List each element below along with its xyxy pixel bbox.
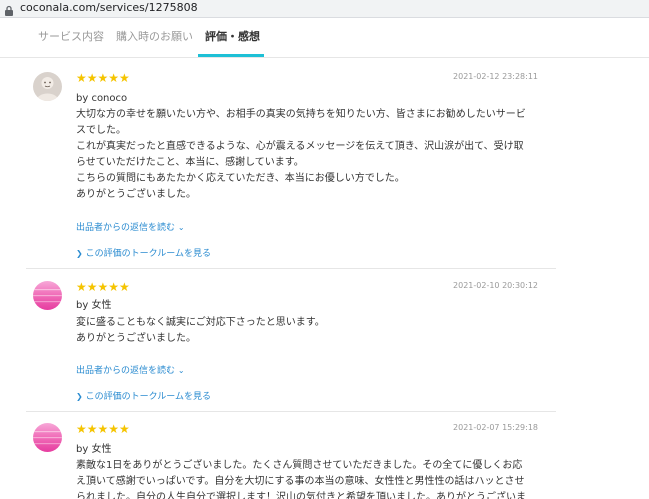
view-talkroom-label: この評価のトークルームを見る <box>85 392 212 402</box>
tab-purchase-request[interactable]: 購入時のお願い <box>116 30 193 44</box>
review-line: こちらの質問にもあたたかく応えていただき、本当にお優しい方でした。 <box>76 173 405 184</box>
review-line: 大切な方の幸せを願いたい方や、お相手の真実の気持ちを知りたい方、皆さまにお勧めし… <box>76 109 526 120</box>
review-line: え頂いて感謝でいっぱいです。自分を大切にする事の本当の意味、女性性と男性性の話は… <box>76 476 525 487</box>
review-date: 2021-02-10 20:30:12 <box>453 281 538 290</box>
service-tabs: サービス内容 購入時のお願い 評価・感想 <box>0 17 649 58</box>
rating-stars: ★★★★★ <box>76 280 130 294</box>
url-text[interactable]: coconala.com/services/1275808 <box>20 1 198 15</box>
review-body: 素敵な1日をありがとうございました。たくさん質問させていただきました。その全てに… <box>76 458 544 499</box>
review-body: 変に盛ることもなく誠実にご対応下さったと思います。 ありがとうございました。 <box>76 315 544 347</box>
review-line: らせていただけたこと、本当に、感謝しています。 <box>76 157 304 168</box>
review-line: これが真実だったと直感できるような、心が震えるメッセージを伝えて頂き、沢山涙が出… <box>76 141 524 152</box>
review-divider <box>26 411 556 412</box>
view-talkroom-link[interactable]: ❯ この評価のトークルームを見る <box>76 391 211 403</box>
review-author: by conoco <box>76 93 128 104</box>
read-reply-label: 出品者からの返信を読む <box>76 223 176 233</box>
review-date: 2021-02-12 23:28:11 <box>453 72 538 81</box>
review-divider <box>26 268 556 269</box>
avatar <box>33 281 62 310</box>
read-reply-label: 出品者からの返信を読む <box>76 366 176 376</box>
review-date: 2021-02-07 15:29:18 <box>453 423 538 432</box>
chevron-down-icon: ⌄ <box>177 366 185 375</box>
review-line: スでした。 <box>76 125 126 136</box>
avatar <box>33 423 62 452</box>
tab-service-content[interactable]: サービス内容 <box>38 30 104 44</box>
review-body: 大切な方の幸せを願いたい方や、お相手の真実の気持ちを知りたい方、皆さまにお勧めし… <box>76 107 544 203</box>
rating-stars: ★★★★★ <box>76 422 130 436</box>
review-line: 素敵な1日をありがとうございました。たくさん質問させていただきました。その全てに… <box>76 460 523 471</box>
rating-stars: ★★★★★ <box>76 71 130 85</box>
chevron-right-icon: ❯ <box>76 392 83 401</box>
review-author: by 女性 <box>76 444 112 455</box>
view-talkroom-label: この評価のトークルームを見る <box>85 249 212 259</box>
active-tab-indicator <box>198 54 264 57</box>
browser-url-bar[interactable]: coconala.com/services/1275808 <box>0 0 649 18</box>
chevron-right-icon: ❯ <box>76 249 83 258</box>
review-line: られました。自分の人生自分で選択します！沢山の気付きと希望を頂いました。ありがと… <box>76 492 526 499</box>
review-author: by 女性 <box>76 300 112 311</box>
review-line: ありがとうございました。 <box>76 189 196 200</box>
view-talkroom-link[interactable]: ❯ この評価のトークルームを見る <box>76 248 211 260</box>
chevron-down-icon: ⌄ <box>177 223 185 232</box>
read-reply-link[interactable]: 出品者からの返信を読む ⌄ <box>76 222 185 234</box>
tab-reviews[interactable]: 評価・感想 <box>205 30 260 44</box>
avatar <box>33 72 62 101</box>
lock-icon <box>3 2 15 16</box>
review-line: ありがとうございました。 <box>76 333 196 344</box>
review-line: 変に盛ることもなく誠実にご対応下さったと思います。 <box>76 317 325 328</box>
read-reply-link[interactable]: 出品者からの返信を読む ⌄ <box>76 365 185 377</box>
